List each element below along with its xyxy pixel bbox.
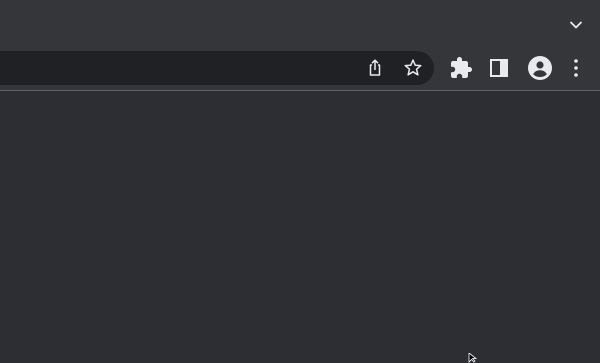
chevron-down-icon (570, 21, 582, 29)
profile-button[interactable] (528, 56, 552, 80)
address-bar[interactable] (0, 51, 434, 85)
profile-icon (528, 56, 552, 80)
share-icon (369, 59, 381, 76)
bookmark-star-button[interactable] (403, 58, 423, 78)
tab-strip (0, 0, 600, 48)
side-panel-icon (490, 59, 508, 77)
page-content[interactable] (0, 91, 600, 359)
star-icon (404, 59, 422, 76)
puzzle-icon (451, 57, 472, 78)
side-panel-button[interactable] (487, 56, 511, 80)
toolbar (0, 48, 600, 91)
mouse-cursor-icon (468, 353, 478, 363)
kebab-menu-icon (574, 59, 578, 77)
chrome-menu-button[interactable] (564, 56, 588, 80)
share-button[interactable] (365, 58, 385, 78)
extensions-button[interactable] (449, 56, 473, 80)
tab-search-button[interactable] (566, 15, 586, 35)
